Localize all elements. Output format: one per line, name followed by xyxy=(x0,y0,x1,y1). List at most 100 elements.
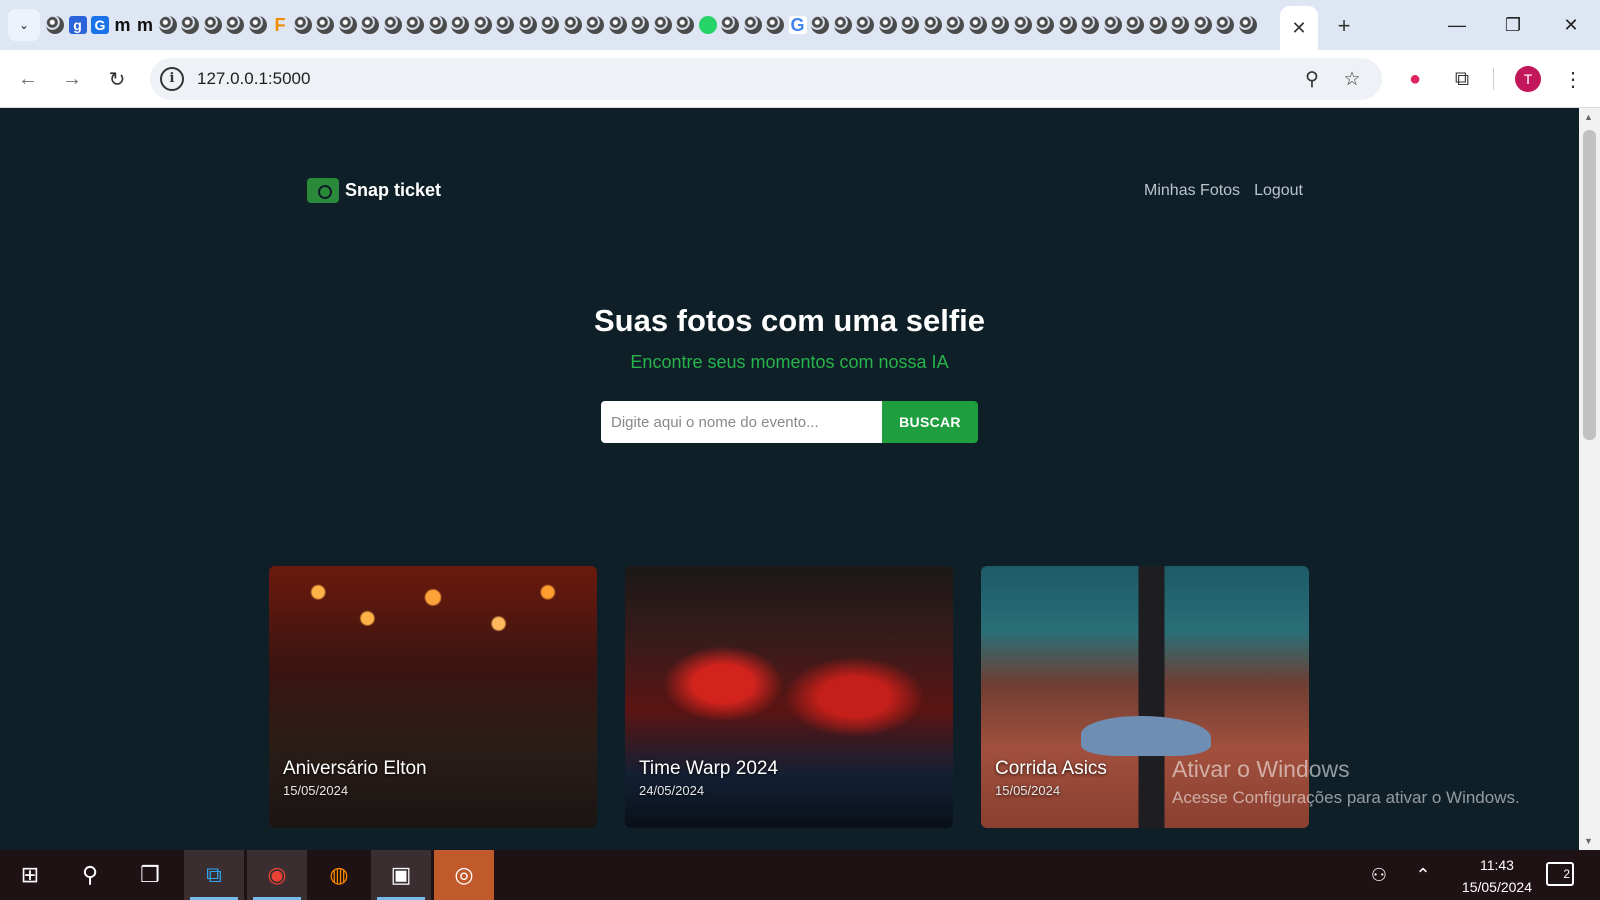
new-tab-button[interactable]: + xyxy=(1330,12,1358,40)
tab-favicon-globe-icon[interactable] xyxy=(181,16,199,34)
terminal-icon[interactable]: ▣ xyxy=(371,850,431,900)
tab-favicon-globe-icon[interactable] xyxy=(203,16,222,34)
menu-kebab-icon[interactable]: ⋮ xyxy=(1558,64,1588,94)
tab-favicon-globe-icon[interactable] xyxy=(676,16,694,34)
tab-favicon-globe-icon[interactable] xyxy=(563,16,582,34)
tab-favicon-globe-icon[interactable] xyxy=(631,16,649,34)
tab-favicon-g-icon[interactable]: g xyxy=(68,16,87,34)
event-card[interactable]: Aniversário Elton 15/05/2024 xyxy=(269,566,597,828)
tab-favicon-globe-icon[interactable] xyxy=(293,16,312,34)
tab-favicon-globe-icon[interactable] xyxy=(383,16,402,34)
tab-favicon-m-icon[interactable]: m xyxy=(136,16,154,34)
tab-favicon-globe-icon[interactable] xyxy=(1193,16,1212,34)
tab-favicon-globe-icon[interactable] xyxy=(451,16,469,34)
tab-favicon-google-icon[interactable]: G xyxy=(788,16,807,34)
tab-favicon-globe-icon[interactable] xyxy=(226,16,244,34)
bookmark-star-icon[interactable]: ☆ xyxy=(1340,67,1364,91)
tab-favicon-globe-icon[interactable] xyxy=(743,16,762,34)
tab-favicon-globe-icon[interactable] xyxy=(811,16,829,34)
tab-favicon-globe-icon[interactable] xyxy=(833,16,852,34)
tab-favicon-openai-icon[interactable] xyxy=(46,16,64,34)
tab-favicon-globe-icon[interactable] xyxy=(406,16,424,34)
event-card[interactable]: Time Warp 2024 24/05/2024 xyxy=(625,566,953,828)
taskbar: ⊞ ⚲ ❒ ⧉ ◉ ◍ ▣ ◎ ⚇ ⌃ 11:43 15/05/2024 2 xyxy=(0,850,1600,900)
tab-favicon-globe-icon[interactable] xyxy=(766,16,784,34)
tab-favicon-globe-icon[interactable] xyxy=(991,16,1009,34)
close-window-button[interactable]: ✕ xyxy=(1551,10,1591,40)
page-scrollbar[interactable]: ▲ ▼ xyxy=(1579,108,1600,850)
people-icon[interactable]: ⚇ xyxy=(1364,860,1394,890)
tab-favicon-globe-icon[interactable] xyxy=(878,16,897,34)
tab-favicon-globe-icon[interactable] xyxy=(428,16,447,34)
brand-name[interactable]: Snap ticket xyxy=(345,180,441,201)
tab-favicon-globe-icon[interactable] xyxy=(248,16,267,34)
restore-button[interactable]: ❐ xyxy=(1493,10,1533,40)
toolbar-separator xyxy=(1493,68,1494,90)
tab-favicon-globe-icon[interactable] xyxy=(968,16,987,34)
nav-link-logout[interactable]: Logout xyxy=(1254,182,1303,200)
zoom-icon[interactable]: ⚲ xyxy=(1300,67,1324,91)
tab-favicon-globe-icon[interactable] xyxy=(586,16,604,34)
profile-avatar[interactable]: T xyxy=(1515,66,1541,92)
tab-favicon-globe-icon[interactable] xyxy=(473,16,492,34)
tab-favicon-globe-icon[interactable] xyxy=(158,16,177,34)
tab-favicon-globe-icon[interactable] xyxy=(1238,16,1257,34)
tab-favicon-globe-icon[interactable] xyxy=(1126,16,1144,34)
tab-favicon-globe-icon[interactable] xyxy=(901,16,919,34)
back-arrow-icon[interactable]: ← xyxy=(13,64,43,94)
tab-favicon-m-icon[interactable]: m xyxy=(114,16,132,34)
clock[interactable]: 11:43 15/05/2024 xyxy=(1462,854,1532,898)
tab-favicon-grammarly-icon[interactable]: G xyxy=(91,16,109,34)
tab-favicon-globe-icon[interactable] xyxy=(856,16,874,34)
tab-search-icon[interactable]: ⌄ xyxy=(8,9,40,41)
task-view-icon[interactable]: ❒ xyxy=(120,850,180,900)
tab-favicon-globe-icon[interactable] xyxy=(518,16,537,34)
tray-chevron-icon[interactable]: ⌃ xyxy=(1408,860,1438,890)
brand[interactable]: Snap ticket xyxy=(307,178,441,203)
reload-icon[interactable]: ↻ xyxy=(102,64,132,94)
extensions-puzzle-icon[interactable]: ⧉ xyxy=(1447,64,1477,94)
nav-link-minhas-fotos[interactable]: Minhas Fotos xyxy=(1144,182,1240,200)
github-desktop-icon[interactable]: ◎ xyxy=(434,850,494,900)
active-tab-close-button[interactable]: ✕ xyxy=(1280,6,1318,50)
tab-favicon-globe-icon[interactable] xyxy=(1058,16,1077,34)
tab-favicon-globe-icon[interactable] xyxy=(1081,16,1099,34)
tab-favicon-globe-icon[interactable] xyxy=(541,16,559,34)
chrome-icon[interactable]: ◉ xyxy=(247,850,307,900)
tab-favicon-globe-icon[interactable] xyxy=(608,16,627,34)
tab-favicon-globe-icon[interactable] xyxy=(338,16,357,34)
tab-favicon-globe-icon[interactable] xyxy=(721,16,739,34)
tab-favicon-whatsapp-icon[interactable] xyxy=(698,16,717,34)
minimize-button[interactable]: — xyxy=(1437,10,1477,40)
scroll-down-arrow-icon[interactable]: ▼ xyxy=(1584,836,1593,846)
tab-favicon-openai-icon[interactable] xyxy=(361,16,379,34)
tab-favicon-globe-icon[interactable] xyxy=(653,16,672,34)
vscode-icon[interactable]: ⧉ xyxy=(184,850,244,900)
tab-favicon-globe-icon[interactable] xyxy=(1148,16,1167,34)
tab-favicon-globe-icon[interactable] xyxy=(946,16,964,34)
extension-icon[interactable]: ● xyxy=(1400,64,1430,94)
tab-favicon-openai-icon[interactable] xyxy=(316,16,334,34)
site-info-icon[interactable]: i xyxy=(160,67,184,91)
tab-favicon-globe-icon[interactable] xyxy=(923,16,942,34)
tab-favicon-globe-icon[interactable] xyxy=(1103,16,1122,34)
windows-start-icon[interactable]: ⊞ xyxy=(0,850,60,900)
event-card-title: Aniversário Elton xyxy=(283,758,427,779)
firefox-icon[interactable]: ◍ xyxy=(309,850,369,900)
tab-favicon-globe-icon[interactable] xyxy=(1036,16,1054,34)
tab-favicon-f-icon[interactable]: F xyxy=(271,16,289,34)
tab-favicon-globe-icon[interactable] xyxy=(496,16,514,34)
address-bar[interactable]: i 127.0.0.1:5000 ⚲ ☆ xyxy=(150,58,1382,100)
event-search-input[interactable] xyxy=(601,401,882,443)
scroll-thumb[interactable] xyxy=(1583,130,1596,440)
notification-center-icon[interactable]: 2 xyxy=(1546,862,1574,886)
search-icon[interactable]: ⚲ xyxy=(60,850,120,900)
forward-arrow-icon[interactable]: → xyxy=(57,64,87,94)
tab-favicon-globe-icon[interactable] xyxy=(1171,16,1189,34)
tab-favicon-globe-icon[interactable] xyxy=(1013,16,1032,34)
tab-favicon-globe-icon[interactable] xyxy=(1216,16,1234,34)
scroll-up-arrow-icon[interactable]: ▲ xyxy=(1584,112,1593,122)
event-card-image xyxy=(1081,716,1211,756)
search-button[interactable]: BUSCAR xyxy=(882,401,978,443)
url-text[interactable]: 127.0.0.1:5000 xyxy=(197,69,310,89)
